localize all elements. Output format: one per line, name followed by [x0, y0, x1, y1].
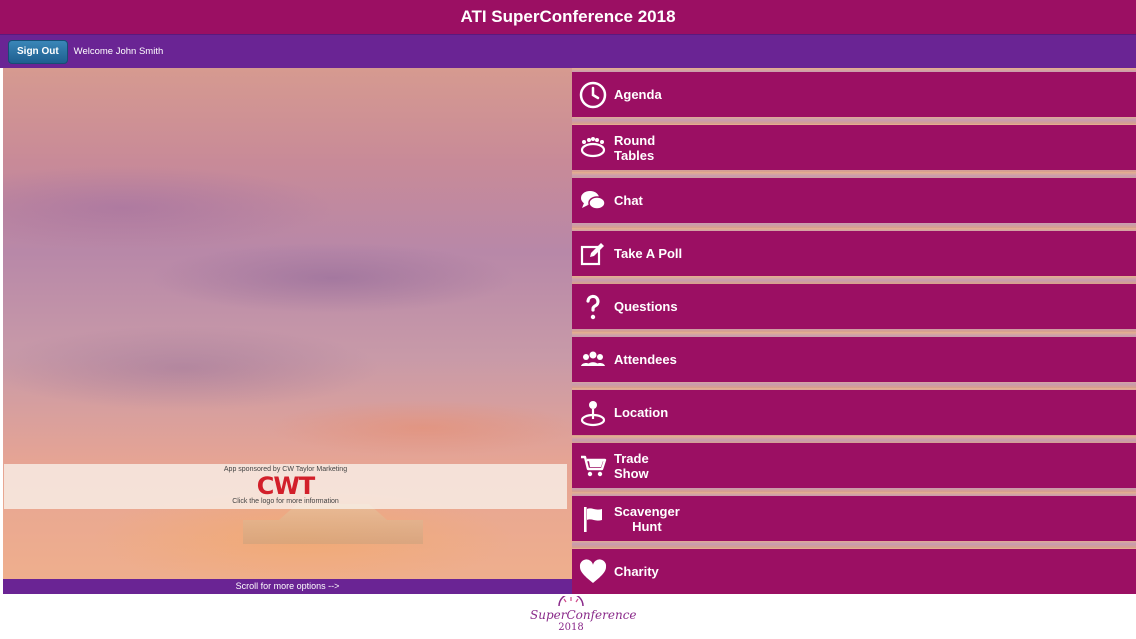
welcome-text: Welcome John Smith: [73, 46, 164, 57]
menu-item-label: Attendees: [614, 352, 677, 367]
sign-out-button[interactable]: Sign Out: [8, 39, 68, 64]
sponsor-hint: Click the logo for more information: [232, 498, 339, 505]
chat-bubbles-icon: [578, 186, 608, 216]
sponsor-banner: App sponsored by CW Taylor Marketing CWT…: [4, 464, 567, 509]
conference-logo: SuperConference 2018: [530, 596, 637, 639]
clock-icon: [578, 80, 608, 110]
logo-text: SuperConference: [530, 608, 637, 622]
user-bar: Sign Out Welcome John Smith: [0, 34, 1136, 68]
question-icon: [578, 292, 608, 322]
main-menu: Agenda Round Tables Chat Take A Poll Que…: [572, 68, 1136, 594]
menu-item-location[interactable]: Location: [572, 390, 1136, 435]
menu-item-chat[interactable]: Chat: [572, 178, 1136, 223]
menu-item-label: Take A Poll: [614, 246, 683, 261]
flag-icon: [578, 504, 608, 534]
logo-year: 2018: [558, 622, 584, 633]
sponsor-logo[interactable]: CWT: [257, 473, 315, 499]
menu-item-label: Agenda: [614, 87, 662, 102]
scroll-hint: Scroll for more options -->: [3, 579, 572, 594]
menu-item-label: Chat: [614, 193, 643, 208]
menu-item-label: Scavenger Hunt: [614, 503, 680, 534]
menu-item-label: Location: [614, 405, 669, 420]
menu-item-round-tables[interactable]: Round Tables: [572, 125, 1136, 170]
menu-item-charity[interactable]: Charity: [572, 549, 1136, 594]
menu-item-attendees[interactable]: Attendees: [572, 337, 1136, 382]
menu-item-trade-show[interactable]: Trade Show: [572, 443, 1136, 488]
menu-item-take-a-poll[interactable]: Take A Poll: [572, 231, 1136, 276]
menu-item-agenda[interactable]: Agenda: [572, 72, 1136, 117]
round-table-icon: [578, 133, 608, 163]
people-icon: [578, 345, 608, 375]
building-silhouette: [243, 504, 423, 544]
menu-item-scavenger-hunt[interactable]: Scavenger Hunt: [572, 496, 1136, 541]
hero-sky-image: [3, 68, 572, 594]
heart-icon: [578, 557, 608, 587]
sunburst-icon: [558, 596, 584, 606]
edit-icon: [578, 239, 608, 269]
map-pin-icon: [578, 398, 608, 428]
cart-icon: [578, 451, 608, 481]
app-title: ATI SuperConference 2018: [0, 0, 1136, 34]
menu-item-label: Charity: [614, 564, 659, 579]
menu-item-label: Round Tables: [614, 132, 656, 163]
menu-item-label: Trade Show: [614, 450, 649, 481]
menu-item-questions[interactable]: Questions: [572, 284, 1136, 329]
menu-item-label: Questions: [614, 299, 678, 314]
